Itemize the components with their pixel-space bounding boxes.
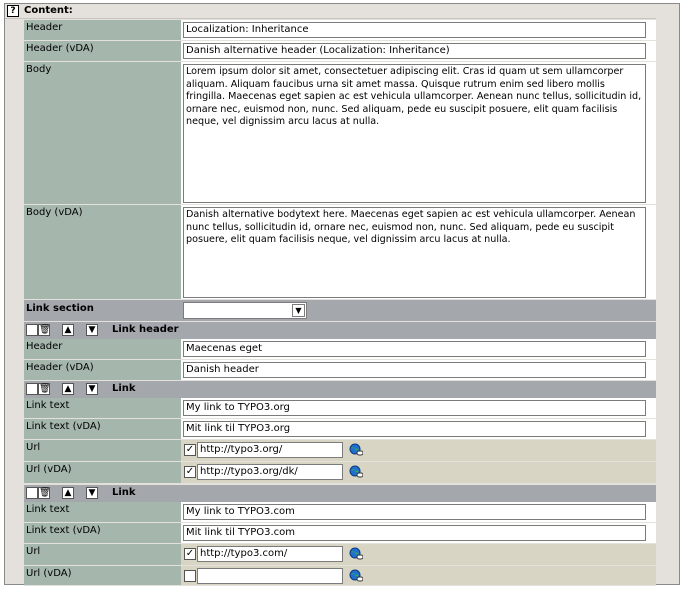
link-browser-icon[interactable] [349, 465, 363, 479]
header-vda-label: Header (vDA) [26, 43, 94, 54]
link-1-text-label: Link text [26, 400, 70, 411]
header-label: Header [26, 22, 63, 33]
link-1-url-vda-label-cell: Url (vDA) [24, 462, 181, 484]
trash-icon[interactable]: 🗑 [38, 324, 50, 336]
trash-icon[interactable]: 🗑 [38, 383, 50, 395]
link-2-text-label: Link text [26, 504, 70, 515]
expand-toggle[interactable] [26, 487, 38, 499]
link-1-url-field-cell: ✓ http://typo3.org/ [181, 440, 656, 462]
link-2-url-vda-input[interactable] [197, 568, 343, 584]
move-up-icon[interactable]: ▲ [62, 324, 74, 336]
link-1-text-field-cell: My link to TYPO3.org [181, 398, 656, 419]
link-header-title: Link header [112, 324, 179, 335]
link-2-url-label: Url [26, 546, 41, 557]
link-2-text-label-cell: Link text [24, 502, 181, 523]
move-down-icon[interactable]: ▼ [86, 383, 98, 395]
link-2-text-vda-field-cell: Mit link til TYPO3.com [181, 523, 656, 544]
link-1-url-input[interactable]: http://typo3.org/ [197, 442, 343, 458]
link-header-bar: 🗑 ▲ ▼ Link header [24, 322, 656, 339]
lh-header-input[interactable]: Maecenas eget [183, 341, 646, 357]
header-vda-label-cell: Header (vDA) [24, 41, 181, 62]
link-browser-icon[interactable] [349, 569, 363, 583]
link-1-text-vda-label-cell: Link text (vDA) [24, 419, 181, 440]
header-field-cell: Localization: Inheritance [181, 20, 656, 41]
link-1-text-vda-field-cell: Mit link til TYPO3.org [181, 419, 656, 440]
section-title: Content: [24, 5, 73, 16]
link-2-text-vda-input[interactable]: Mit link til TYPO3.com [183, 525, 646, 541]
help-icon[interactable]: ? [7, 5, 19, 17]
link-2-url-vda-checkbox[interactable] [184, 570, 196, 582]
link-section-field-cell: ▼ [181, 300, 656, 321]
body-vda-label: Body (vDA) [26, 207, 83, 218]
body-vda-label-cell: Body (vDA) [24, 205, 181, 300]
link-section-select[interactable]: ▼ [183, 302, 307, 319]
move-down-icon[interactable]: ▼ [86, 324, 98, 336]
move-down-icon[interactable]: ▼ [86, 487, 98, 499]
link-1-bar: 🗑 ▲ ▼ Link [24, 381, 656, 398]
section-title-row: ? Content: [5, 4, 656, 19]
move-up-icon[interactable]: ▲ [62, 383, 74, 395]
body-vda-field-cell: Danish alternative bodytext here. Maecen… [181, 205, 656, 300]
link-section-label-cell: Link section [24, 300, 181, 321]
body-textarea[interactable]: Lorem ipsum dolor sit amet, consectetuer… [183, 64, 646, 203]
link-1-url-label: Url [26, 442, 41, 453]
content-panel: ? Content: Header Localization: Inherita… [4, 3, 680, 586]
link-2-url-field-cell: ✓ http://typo3.com/ [181, 544, 656, 566]
link-1-text-vda-input[interactable]: Mit link til TYPO3.org [183, 421, 646, 437]
move-up-icon[interactable]: ▲ [62, 487, 74, 499]
link-2-title: Link [112, 487, 136, 498]
link-1-text-label-cell: Link text [24, 398, 181, 419]
link-1-url-label-cell: Url [24, 440, 181, 462]
link-2-url-vda-label-cell: Url (vDA) [24, 566, 181, 586]
link-2-text-input[interactable]: My link to TYPO3.com [183, 504, 646, 520]
link-1-text-input[interactable]: My link to TYPO3.org [183, 400, 646, 416]
link-2-url-vda-field-cell [181, 566, 656, 586]
link-browser-icon[interactable] [349, 547, 363, 561]
lh-header-vda-label: Header (vDA) [26, 362, 94, 373]
link-2-url-label-cell: Url [24, 544, 181, 566]
link-1-url-vda-label: Url (vDA) [26, 464, 72, 475]
lh-header-vda-field-cell: Danish header [181, 360, 656, 381]
link-1-url-checkbox[interactable]: ✓ [184, 444, 196, 456]
body-field-cell: Lorem ipsum dolor sit amet, consectetuer… [181, 62, 656, 205]
header-input[interactable]: Localization: Inheritance [183, 22, 646, 38]
lh-header-vda-input[interactable]: Danish header [183, 362, 646, 378]
link-2-text-vda-label: Link text (vDA) [26, 525, 101, 536]
header-vda-field-cell: Danish alternative header (Localization:… [181, 41, 656, 62]
body-vda-textarea[interactable]: Danish alternative bodytext here. Maecen… [183, 207, 646, 298]
trash-icon[interactable]: 🗑 [38, 487, 50, 499]
expand-toggle[interactable] [26, 324, 38, 336]
link-2-url-input[interactable]: http://typo3.com/ [197, 546, 343, 562]
body-label: Body [26, 64, 52, 75]
link-1-url-vda-checkbox[interactable]: ✓ [184, 466, 196, 478]
link-1-title: Link [112, 383, 136, 394]
body-label-cell: Body [24, 62, 181, 205]
link-section-label: Link section [26, 303, 94, 314]
link-1-text-vda-label: Link text (vDA) [26, 421, 101, 432]
link-2-text-vda-label-cell: Link text (vDA) [24, 523, 181, 544]
link-1-url-vda-field-cell: ✓ http://typo3.org/dk/ [181, 462, 656, 484]
chevron-down-icon: ▼ [292, 304, 305, 317]
link-2-text-field-cell: My link to TYPO3.com [181, 502, 656, 523]
lh-header-vda-label-cell: Header (vDA) [24, 360, 181, 381]
header-vda-input[interactable]: Danish alternative header (Localization:… [183, 43, 646, 59]
lh-header-field-cell: Maecenas eget [181, 339, 656, 360]
lh-header-label-cell: Header [24, 339, 181, 360]
link-2-bar: 🗑 ▲ ▼ Link [24, 485, 656, 502]
lh-header-label: Header [26, 341, 63, 352]
expand-toggle[interactable] [26, 383, 38, 395]
header-label-cell: Header [24, 20, 181, 41]
link-browser-icon[interactable] [349, 443, 363, 457]
link-1-url-vda-input[interactable]: http://typo3.org/dk/ [197, 464, 343, 480]
link-2-url-checkbox[interactable]: ✓ [184, 548, 196, 560]
link-2-url-vda-label: Url (vDA) [26, 568, 72, 579]
